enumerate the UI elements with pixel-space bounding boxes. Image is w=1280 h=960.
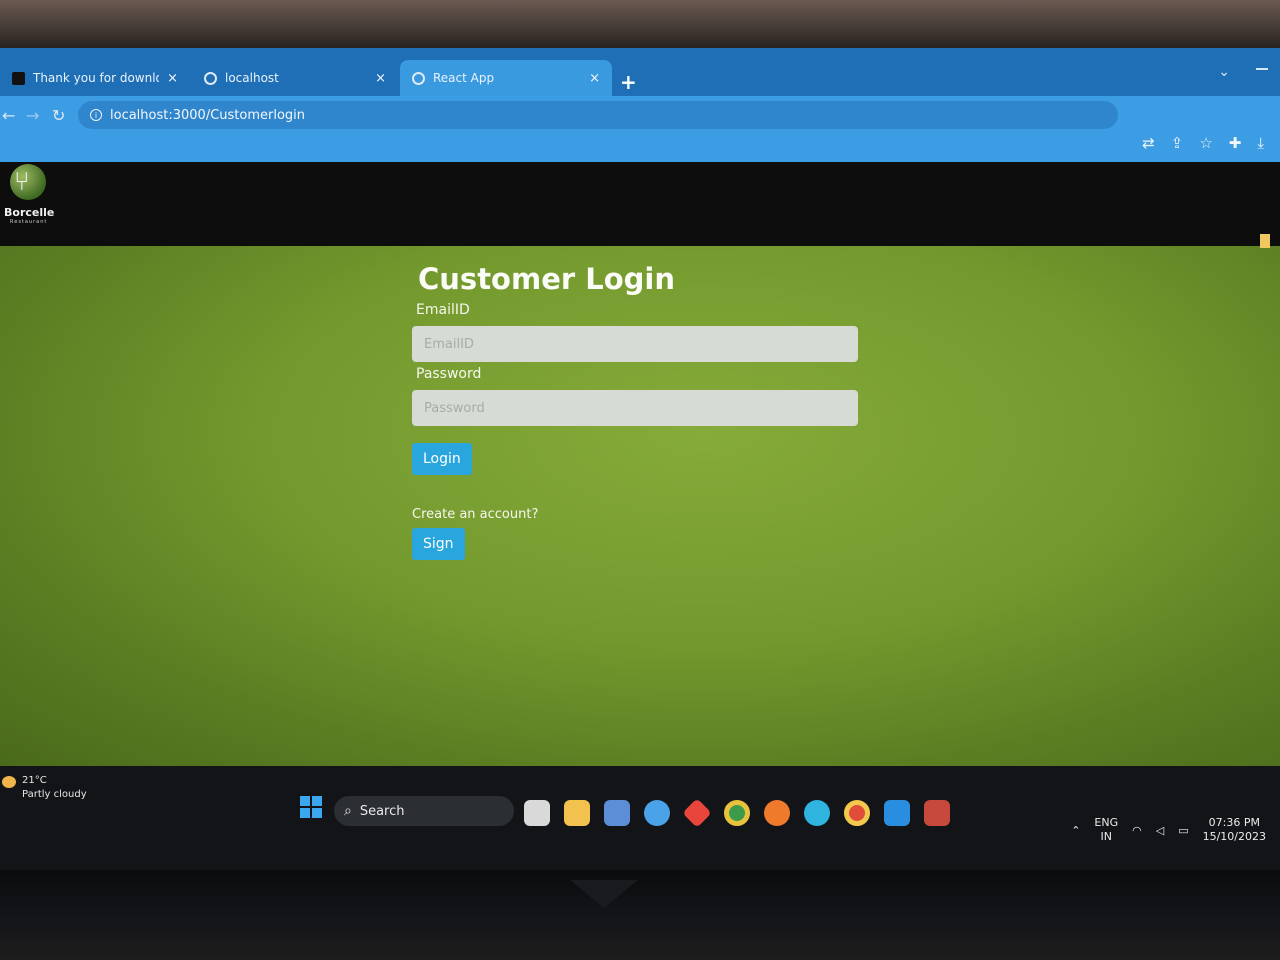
close-icon[interactable]: ×: [375, 71, 386, 86]
tab-label: localhost: [225, 71, 279, 85]
browser-toolbar: ← → ↻ i localhost:3000/Customerlogin ⇄ ⇪…: [0, 96, 1280, 162]
search-icon: ⌕: [344, 803, 352, 819]
new-tab-button[interactable]: +: [620, 70, 637, 94]
back-icon[interactable]: ←: [2, 106, 15, 125]
logo-subtitle: Restaurant: [10, 219, 48, 225]
clock-time: 07:36 PM: [1208, 816, 1260, 829]
download-icon[interactable]: ⤓: [1257, 134, 1264, 152]
login-form: Customer Login EmailID Password Login Cr…: [412, 262, 872, 560]
taskbar-search[interactable]: ⌕ Search: [334, 796, 514, 826]
firefox-icon[interactable]: [764, 800, 790, 826]
weather-icon: [2, 776, 16, 788]
bookmark-icon[interactable]: [1260, 234, 1270, 248]
browser-tab-bar: Thank you for downloading Inte × localho…: [0, 48, 1280, 96]
app-icon: [12, 71, 25, 85]
weather-temp: 21°C: [22, 775, 47, 786]
signup-button[interactable]: Sign: [412, 528, 465, 560]
clock-date: 15/10/2023: [1202, 830, 1266, 843]
app-icon[interactable]: [924, 800, 950, 826]
vscode-icon[interactable]: [884, 800, 910, 826]
password-label: Password: [416, 366, 482, 382]
task-view-icon[interactable]: [524, 800, 550, 826]
tab-localhost[interactable]: localhost ×: [192, 60, 398, 96]
site-header: ⑂ Borcelle Restaurant: [0, 162, 1280, 248]
minimize-icon[interactable]: [1256, 68, 1268, 70]
web-page: ⑂ Borcelle Restaurant Customer Login Ema…: [0, 162, 1280, 766]
language-secondary: IN: [1100, 830, 1112, 843]
store-icon[interactable]: [604, 800, 630, 826]
file-explorer-icon[interactable]: [564, 800, 590, 826]
chrome-icon[interactable]: [724, 800, 750, 826]
system-tray: ⌃ ENG IN ◠ ◁ ▭ 07:36 PM 15/10/2023: [1071, 816, 1266, 844]
forward-icon[interactable]: →: [26, 106, 39, 125]
windows-start-icon[interactable]: [300, 796, 322, 818]
battery-icon[interactable]: ▭: [1178, 824, 1188, 837]
language-primary: ENG: [1094, 816, 1119, 829]
edge-icon[interactable]: [804, 800, 830, 826]
reload-icon[interactable]: ↻: [52, 106, 65, 125]
wifi-icon[interactable]: ◠: [1132, 824, 1142, 837]
app-icon[interactable]: [644, 800, 670, 826]
monitor-logo: [570, 880, 638, 908]
fork-icon: ⑂: [14, 167, 30, 197]
globe-icon: [204, 71, 217, 85]
logo[interactable]: ⑂ Borcelle Restaurant: [4, 162, 55, 232]
extensions-icon[interactable]: ✚: [1229, 134, 1242, 152]
app-icon[interactable]: [682, 798, 712, 828]
email-label: EmailID: [416, 302, 470, 318]
address-bar[interactable]: i localhost:3000/Customerlogin: [78, 101, 1118, 129]
close-icon[interactable]: ×: [589, 71, 600, 86]
chrome-icon[interactable]: [844, 800, 870, 826]
tab-label: Thank you for downloading Inte: [33, 71, 159, 85]
globe-icon: [412, 71, 425, 85]
email-field[interactable]: [412, 326, 858, 362]
address-url: localhost:3000/Customerlogin: [110, 107, 306, 123]
toolbar-icons: ⇄ ⇪ ☆ ✚ ⤓: [1142, 134, 1264, 152]
login-button[interactable]: Login: [412, 443, 472, 475]
language-indicator[interactable]: ENG IN: [1094, 816, 1118, 844]
page-title: Customer Login: [418, 262, 676, 296]
weather-desc: Partly cloudy: [22, 789, 87, 800]
info-icon[interactable]: i: [90, 109, 102, 121]
close-icon[interactable]: ×: [167, 71, 178, 86]
logo-name: Borcelle: [4, 206, 55, 219]
create-account-prompt: Create an account?: [412, 507, 539, 522]
tab-label: React App: [433, 71, 495, 85]
volume-icon[interactable]: ◁: [1156, 824, 1164, 837]
share-icon[interactable]: ⇪: [1171, 134, 1184, 152]
tab-download[interactable]: Thank you for downloading Inte ×: [0, 60, 190, 96]
weather-widget[interactable]: 21°C Partly cloudy: [2, 774, 87, 802]
monitor-bezel: [0, 870, 1280, 960]
clock[interactable]: 07:36 PM 15/10/2023: [1203, 816, 1266, 844]
taskbar: 21°C Partly cloudy ⌕ Search ⌃ ENG IN ◠ ◁…: [0, 766, 1280, 878]
chevron-up-icon[interactable]: ⌃: [1071, 824, 1080, 837]
password-field[interactable]: [412, 390, 858, 426]
translate-icon[interactable]: ⇄: [1142, 134, 1155, 152]
star-icon[interactable]: ☆: [1199, 134, 1212, 152]
monitor-screen: Thank you for downloading Inte × localho…: [0, 48, 1280, 878]
pinned-apps: [524, 798, 950, 828]
search-label: Search: [359, 803, 405, 819]
tab-react-app[interactable]: React App ×: [400, 60, 612, 96]
chevron-down-icon[interactable]: ⌄: [1218, 64, 1230, 80]
